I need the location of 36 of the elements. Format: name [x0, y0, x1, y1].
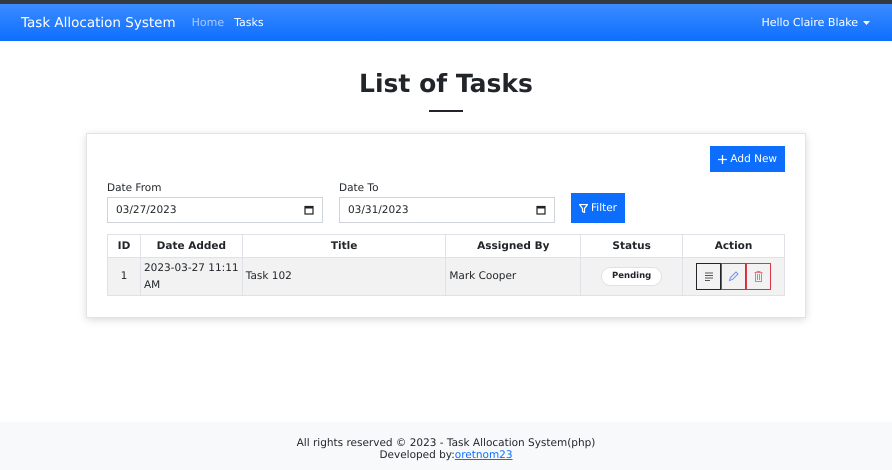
column-header: Status: [580, 234, 683, 258]
plus-icon: [718, 154, 728, 164]
column-header: ID: [108, 234, 140, 258]
user-menu[interactable]: Hello Claire Blake: [761, 16, 870, 29]
field-label: Date To: [339, 182, 380, 194]
table-cell: Task 102: [242, 258, 446, 296]
table-cell: 1: [108, 258, 140, 296]
date-field[interactable]: 03/27/2023: [107, 197, 323, 223]
filter-icon: [579, 204, 588, 212]
column-header: Date Added: [140, 234, 242, 258]
field-label: Date From: [107, 182, 162, 194]
date-field[interactable]: 03/31/2023: [339, 197, 555, 223]
copyright-text: All rights reserved © 2023 - Task Allocation System(php): [296, 438, 596, 450]
view-button[interactable]: [696, 263, 722, 290]
nav-link[interactable]: Tasks: [234, 16, 264, 29]
calendar-icon: [304, 205, 314, 215]
lines-icon: [704, 272, 714, 281]
status-badge: Pending: [601, 266, 662, 286]
pencil-icon: [728, 271, 740, 282]
delete-button[interactable]: [746, 263, 772, 290]
table-cell: 2023-03-27 11:11 AM: [140, 258, 242, 296]
developed-by-text: Developed by:: [379, 449, 455, 461]
edit-button[interactable]: [721, 263, 746, 290]
page-title: List of Tasks: [359, 69, 533, 98]
caret-icon: [863, 20, 870, 24]
calendar-icon: [536, 205, 546, 215]
column-header: Assigned By: [446, 234, 581, 258]
nav-link[interactable]: Home: [192, 16, 224, 29]
filter-button[interactable]: Filter: [571, 193, 626, 223]
trash-icon: [754, 271, 764, 282]
add-new-button[interactable]: Add New: [710, 146, 785, 172]
column-header: Title: [242, 234, 446, 258]
column-header: Action: [682, 234, 784, 258]
brand-title[interactable]: Task Allocation System: [21, 14, 176, 30]
table-cell: Mark Cooper: [446, 258, 581, 296]
developer-link[interactable]: oretnom23: [454, 449, 513, 461]
